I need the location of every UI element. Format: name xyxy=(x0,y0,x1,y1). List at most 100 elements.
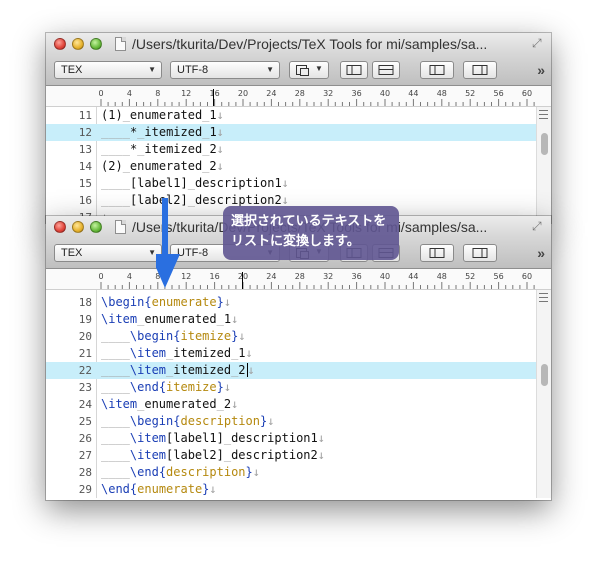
encoding-select-value: UTF-8 xyxy=(177,64,209,76)
ruler-label: 44 xyxy=(408,89,418,98)
split-vertical-button[interactable] xyxy=(340,61,368,79)
vertical-scrollbar[interactable] xyxy=(536,107,551,223)
line-number: 21 xyxy=(78,347,92,360)
list-icon[interactable] xyxy=(539,110,548,119)
close-button[interactable] xyxy=(54,221,66,233)
editor-line[interactable]: 15 ____[label1]_description1↓ xyxy=(46,175,551,192)
text-editor[interactable]: 18 \begin{enumerate}↓ 19 \item_enumerated_1… xyxy=(46,290,551,498)
ruler-label: 32 xyxy=(323,272,333,281)
editor-line[interactable]: 22 ____\item_itemized_2 ↓ xyxy=(46,362,551,379)
ruler: 0 4 8 12 16 20 24 28 32 36 40 44 48 52 56 60 xyxy=(46,86,551,107)
ruler-label: 44 xyxy=(408,272,418,281)
line-number: 13 xyxy=(78,143,92,156)
editor-line[interactable]: 28 ____\end{description}↓ xyxy=(46,464,551,481)
close-button[interactable] xyxy=(54,38,66,50)
ruler-label: 8 xyxy=(155,89,160,98)
editor-line[interactable]: 13 ____*_itemized_2↓ xyxy=(46,141,551,158)
editor-line[interactable]: 23 ____\end{itemize}↓ xyxy=(46,379,551,396)
line-number: 19 xyxy=(78,313,92,326)
encoding-select[interactable]: UTF-8 ▼ xyxy=(170,61,280,79)
zoom-button[interactable] xyxy=(90,38,102,50)
ruler-label: 36 xyxy=(352,272,362,281)
toolbar-overflow-button[interactable]: » xyxy=(537,245,545,261)
editor-line[interactable]: 14 (2)_enumerated_2↓ xyxy=(46,158,551,175)
line-text: ____\item_itemized_1↓ xyxy=(101,346,253,360)
left-pane-icon xyxy=(429,248,445,258)
document-icon[interactable] xyxy=(115,37,126,51)
ruler-label: 12 xyxy=(181,89,191,98)
line-text: ____\item_itemized_2 ↓ xyxy=(101,363,255,377)
left-pane-icon xyxy=(429,65,445,75)
chevron-down-icon: ▼ xyxy=(148,248,156,257)
editor-line[interactable]: 27 ____\item[label2]_description2↓ xyxy=(46,447,551,464)
line-text: \item_enumerated_1↓ xyxy=(101,312,239,326)
line-text: ____\begin{description}↓ xyxy=(101,414,275,428)
line-text: \item_enumerated_2↓ xyxy=(101,397,239,411)
line-number: 16 xyxy=(78,194,92,207)
fullscreen-icon[interactable]: ⤢ xyxy=(532,37,545,50)
ruler-label: 4 xyxy=(127,272,132,281)
editor-window-before: /Users/tkurita/Dev/Projects/TeX Tools fo… xyxy=(46,33,551,223)
toolbar-overflow-button[interactable]: » xyxy=(537,62,545,78)
editor-line[interactable]: 26 ____\item[label1]_description1↓ xyxy=(46,430,551,447)
ruler-label: 24 xyxy=(266,89,276,98)
line-number: 29 xyxy=(78,483,92,496)
editor-line[interactable]: 25 ____\begin{description}↓ xyxy=(46,413,551,430)
ruler-label: 60 xyxy=(522,272,532,281)
ruler-label: 48 xyxy=(437,89,447,98)
editor-line[interactable]: 24 \item_enumerated_2↓ xyxy=(46,396,551,413)
editor-line[interactable]: 11 (1)_enumerated_1↓ xyxy=(46,107,551,124)
title-bar[interactable]: /Users/tkurita/Dev/Projects/TeX Tools fo… xyxy=(46,33,551,55)
line-text: (1)_enumerated_1↓ xyxy=(101,108,224,122)
line-number: 25 xyxy=(78,415,92,428)
ruler-label: 60 xyxy=(522,89,532,98)
left-pane-button[interactable] xyxy=(420,61,454,79)
left-pane-button[interactable] xyxy=(420,244,454,262)
fullscreen-icon[interactable]: ⤢ xyxy=(532,220,545,233)
split-icon xyxy=(378,65,394,75)
ruler-label: 52 xyxy=(465,272,475,281)
mode-select[interactable]: TEX ▼ xyxy=(54,61,162,79)
chevron-down-icon: ▼ xyxy=(266,65,274,74)
minimize-button[interactable] xyxy=(72,38,84,50)
ruler-caret-marker xyxy=(242,272,243,289)
chevron-down-icon: ▼ xyxy=(315,64,323,73)
ruler-label: 0 xyxy=(98,272,103,281)
editor-line[interactable]: 18 \begin{enumerate}↓ xyxy=(46,294,551,311)
split-icon xyxy=(346,65,362,75)
editor-line[interactable]: 19 \item_enumerated_1↓ xyxy=(46,311,551,328)
scroll-thumb[interactable] xyxy=(541,133,548,155)
ruler-label: 48 xyxy=(437,272,447,281)
callout-line-2: リストに変換します。 xyxy=(231,233,360,248)
zoom-button[interactable] xyxy=(90,221,102,233)
document-icon[interactable] xyxy=(115,220,126,234)
minimize-button[interactable] xyxy=(72,221,84,233)
line-number: 18 xyxy=(78,296,92,309)
window-title: /Users/tkurita/Dev/Projects/TeX Tools fo… xyxy=(132,36,488,52)
ruler-label: 20 xyxy=(238,272,248,281)
line-number: 14 xyxy=(78,160,92,173)
editor-line[interactable]: 12 ____*_itemized_1↓ xyxy=(46,124,551,141)
ruler-label: 56 xyxy=(494,89,504,98)
line-text: ____\item[label1]_description1↓ xyxy=(101,431,325,445)
mode-select[interactable]: TEX ▼ xyxy=(54,244,162,262)
callout-line-1: 選択されているテキストを xyxy=(231,213,387,228)
ruler-label: 4 xyxy=(127,89,132,98)
line-text: ____\end{itemize}↓ xyxy=(101,380,232,394)
ruler-label: 32 xyxy=(323,89,333,98)
list-icon[interactable] xyxy=(539,293,548,302)
editor-line[interactable]: 29 \end{enumerate}↓ xyxy=(46,481,551,498)
right-pane-button[interactable] xyxy=(463,244,497,262)
right-pane-button[interactable] xyxy=(463,61,497,79)
copy-menu-button[interactable]: ▼ xyxy=(289,61,329,79)
vertical-scrollbar[interactable] xyxy=(536,290,551,498)
scroll-thumb[interactable] xyxy=(541,364,548,386)
ruler: 0 4 8 12 16 20 24 28 32 36 40 44 48 52 56 60 xyxy=(46,269,551,290)
editor-line[interactable]: 20 ____\begin{itemize}↓ xyxy=(46,328,551,345)
split-horizontal-button[interactable] xyxy=(372,61,400,79)
right-pane-icon xyxy=(472,65,488,75)
editor-line[interactable]: 21 ____\item_itemized_1↓ xyxy=(46,345,551,362)
ruler-label: 16 xyxy=(210,89,220,98)
line-number: 12 xyxy=(78,126,92,139)
line-text: ____*_itemized_2↓ xyxy=(101,142,224,156)
